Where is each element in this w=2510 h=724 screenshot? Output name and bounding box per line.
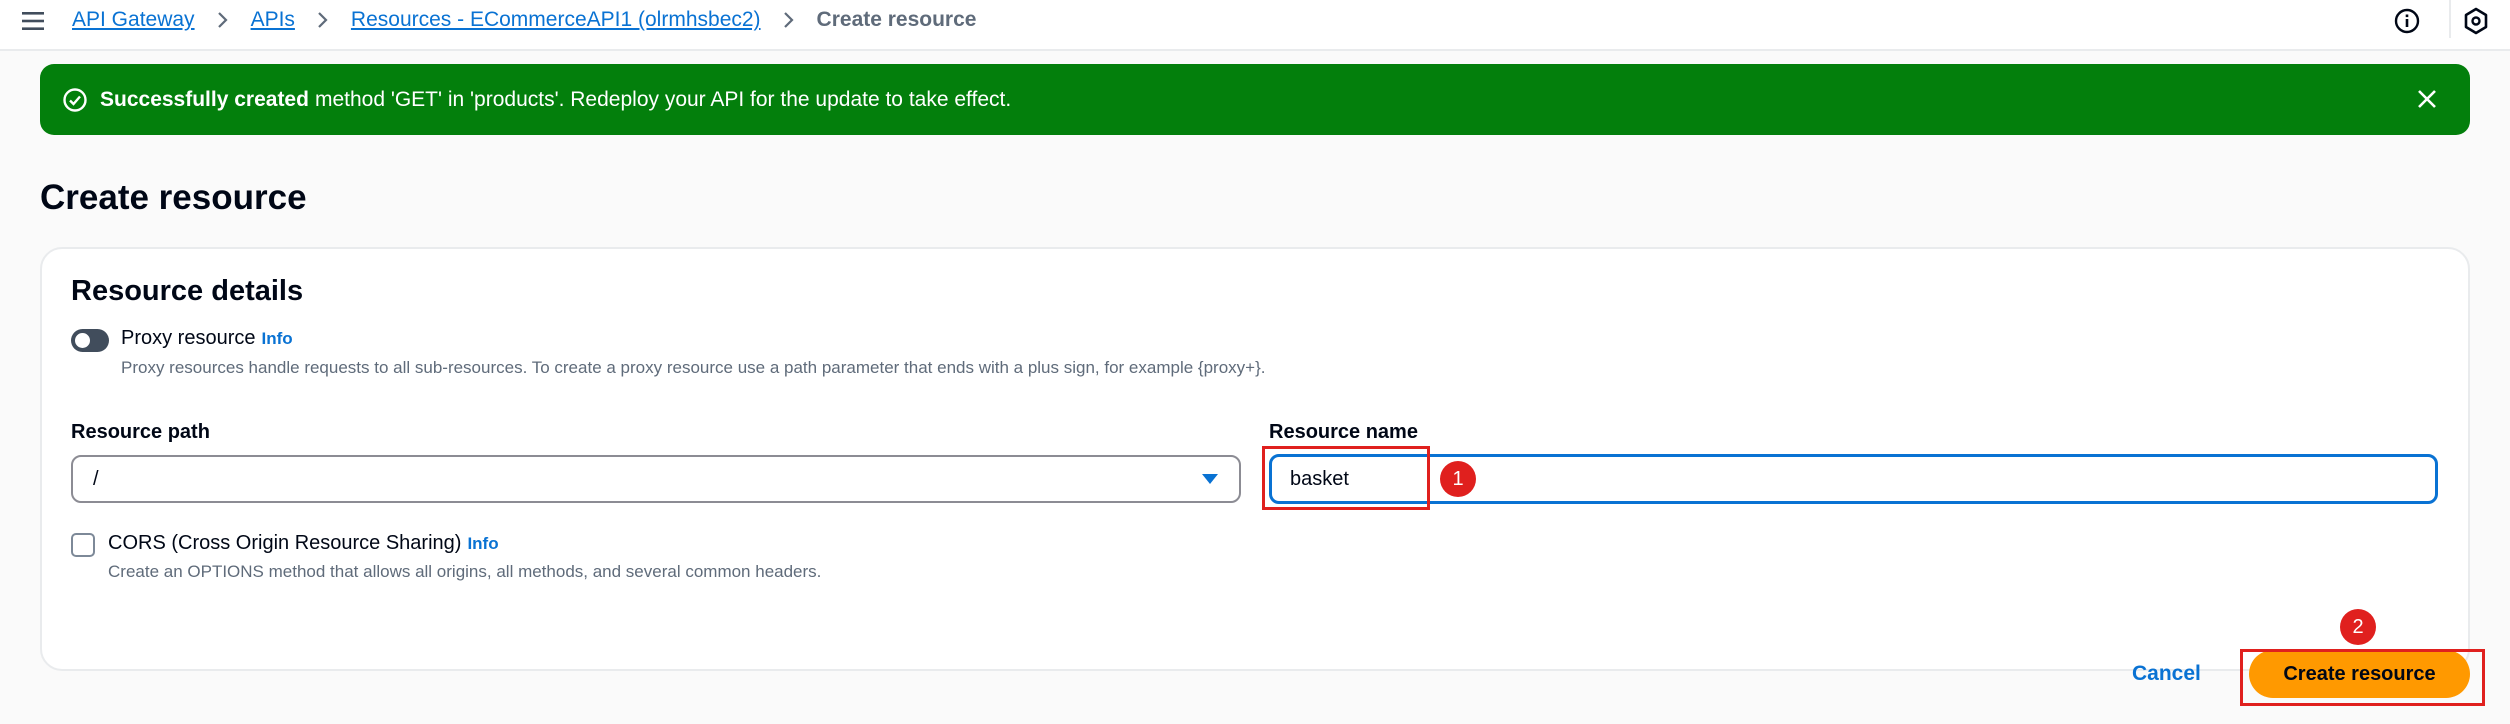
annotation-badge-1: 1 [1440, 461, 1476, 497]
cors-description: Create an OPTIONS method that allows all… [108, 562, 822, 581]
breadcrumb: API Gateway APIs Resources - ECommerceAP… [72, 7, 976, 33]
check-circle-icon [63, 87, 87, 112]
proxy-label-text: Proxy resource [121, 327, 256, 349]
annotation-box-2 [2240, 649, 2485, 706]
page-title: Create resource [40, 178, 307, 217]
chevron-right-icon [318, 12, 328, 28]
resource-details-container: Resource details Proxy resource Info Prox… [40, 247, 2470, 671]
main-content: Successfully created method 'GET' in 'pr… [0, 51, 2510, 724]
flash-message: method 'GET' in 'products'. Redeploy you… [314, 87, 1012, 111]
chevron-right-icon [217, 12, 228, 28]
top-navigation-bar: API Gateway APIs Resources - ECommerceAP… [0, 0, 2510, 51]
resource-path-select[interactable]: / [71, 455, 1241, 503]
breadcrumb-current: Create resource [816, 8, 977, 31]
header-divider [2449, 0, 2451, 38]
hexagon-icon[interactable] [2461, 6, 2491, 36]
cors-label: CORS (Cross Origin Resource Sharing) Info [108, 532, 499, 555]
toggle-knob [75, 333, 90, 348]
caret-down-icon [1202, 474, 1218, 484]
flash-bold-text: Successfully created [100, 87, 309, 111]
proxy-info-link[interactable]: Info [262, 329, 293, 348]
resource-path-value: / [93, 468, 99, 490]
close-icon[interactable] [2414, 86, 2440, 112]
info-icon[interactable] [2393, 7, 2421, 35]
breadcrumb-apis[interactable]: APIs [251, 8, 295, 32]
section-title: Resource details [71, 275, 304, 307]
annotation-box-1 [1262, 446, 1430, 510]
chevron-right-icon [783, 12, 794, 28]
cancel-button[interactable]: Cancel [2132, 662, 2201, 686]
breadcrumb-api-gateway[interactable]: API Gateway [72, 8, 195, 32]
cors-info-link[interactable]: Info [467, 534, 498, 553]
proxy-resource-toggle[interactable] [71, 329, 109, 352]
cors-label-text: CORS (Cross Origin Resource Sharing) [108, 532, 462, 554]
cors-checkbox[interactable] [71, 533, 95, 557]
hamburger-icon[interactable] [20, 8, 46, 34]
resource-path-label: Resource path [71, 421, 210, 443]
proxy-resource-label: Proxy resource Info [121, 327, 293, 350]
breadcrumb-resources[interactable]: Resources - ECommerceAPI1 (olrmhsbec2) [351, 8, 761, 32]
annotation-badge-2: 2 [2340, 609, 2376, 645]
proxy-description: Proxy resources handle requests to all s… [121, 358, 1266, 377]
resource-name-label: Resource name [1269, 421, 1418, 443]
success-flash-banner: Successfully created method 'GET' in 'pr… [40, 64, 2470, 135]
